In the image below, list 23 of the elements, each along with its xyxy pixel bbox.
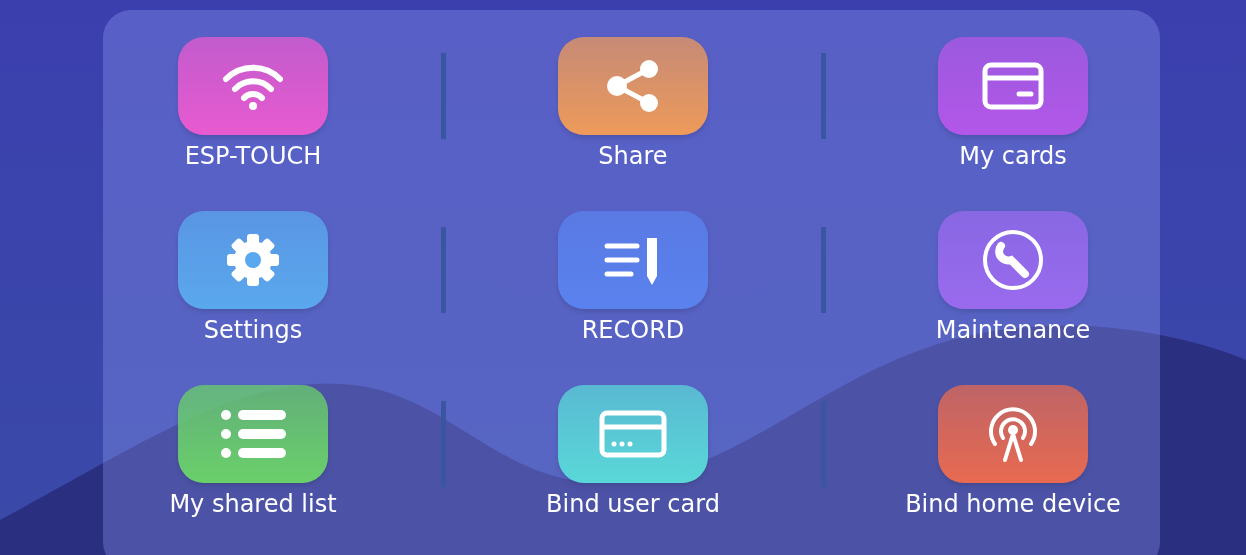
tile-label: Maintenance xyxy=(935,315,1091,345)
menu-tile[interactable]: Bind home device xyxy=(863,385,1163,519)
menu-tile[interactable]: Share xyxy=(483,37,783,171)
menu-tile[interactable]: RECORD xyxy=(483,211,783,345)
tile-label: My shared list xyxy=(169,489,337,519)
tile-label: My cards xyxy=(959,141,1067,171)
list-icon xyxy=(218,409,288,459)
menu-tile[interactable]: My shared list xyxy=(103,385,403,519)
tile-label: Settings xyxy=(203,315,303,345)
menu-tile[interactable]: Bind user card xyxy=(483,385,783,519)
card-icon xyxy=(598,409,668,459)
settings-icon xyxy=(225,232,281,288)
menu-tile[interactable]: ESP-TOUCH xyxy=(103,37,403,171)
menu-tile[interactable]: My cards xyxy=(863,37,1163,171)
tile-label: ESP-TOUCH xyxy=(184,141,322,171)
menu-tile[interactable]: Settings xyxy=(103,211,403,345)
tile-label: Bind home device xyxy=(905,489,1121,519)
wrench-icon xyxy=(981,228,1045,292)
card-icon xyxy=(981,61,1045,111)
tile-label: RECORD xyxy=(581,315,685,345)
menu-tile[interactable]: Maintenance xyxy=(863,211,1163,345)
tile-label: Share xyxy=(598,141,668,171)
tile-label: Bind user card xyxy=(546,489,720,519)
